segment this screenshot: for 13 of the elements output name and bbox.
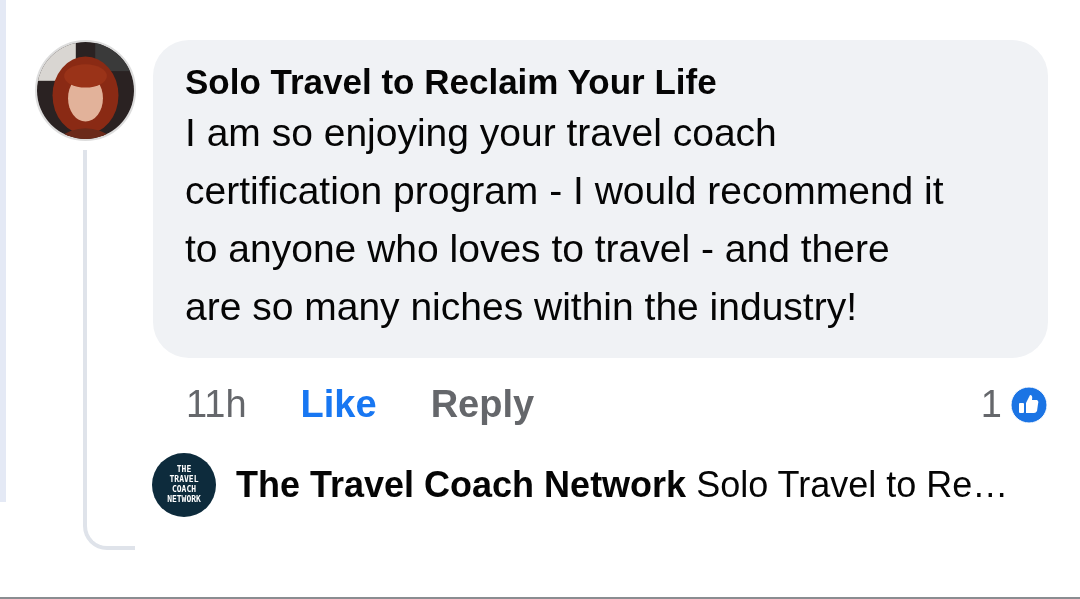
reply-button[interactable]: Reply (430, 376, 535, 433)
logo-text: COACH (171, 485, 197, 495)
logo-text: TRAVEL (169, 475, 199, 485)
reply-preview[interactable]: The Travel Coach Network Solo Travel to Re… (236, 458, 1009, 512)
comment-text: I am so enjoying your travel coach certification program - I would recommend it to anyone who loves to travel - and there are so many niches within the industry! (185, 110, 945, 330)
reaction-count[interactable]: 1 (980, 376, 1002, 433)
network-logo[interactable]: THE TRAVEL COACH NETWORK (152, 453, 216, 517)
like-button[interactable]: Like (300, 376, 377, 433)
timestamp[interactable]: 11h (186, 376, 247, 433)
thumbs-up-icon (1010, 385, 1048, 424)
author-name[interactable]: Solo Travel to Reclaim Your Life (185, 60, 1018, 104)
logo-text: NETWORK (167, 495, 201, 505)
logo-text: THE (176, 465, 192, 475)
